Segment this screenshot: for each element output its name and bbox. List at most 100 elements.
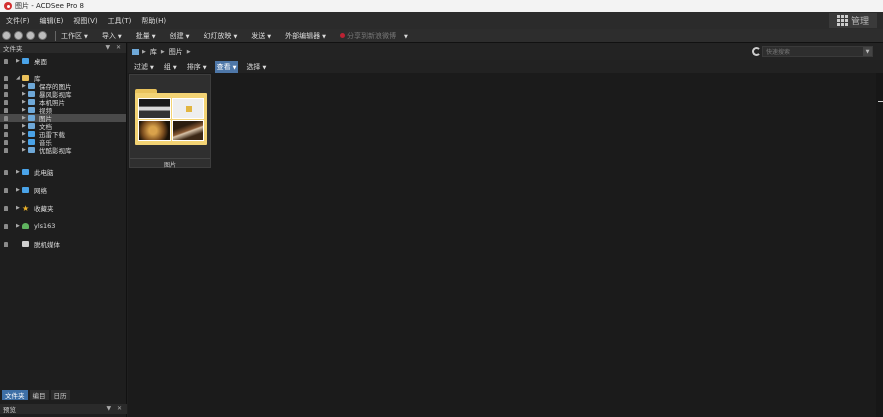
folder-icon <box>28 99 35 105</box>
video-icon <box>28 107 35 113</box>
expand-arrow-icon[interactable]: ▶ <box>16 223 20 229</box>
tree-item-offline-media[interactable]: 脱机媒体 <box>0 240 126 249</box>
import-menu[interactable]: 导入 ▼ <box>102 31 122 41</box>
tree-item-videos[interactable]: ▶ 视频 <box>0 106 126 115</box>
tab-catalog[interactable]: 编目 <box>29 390 49 400</box>
pin-icon <box>4 83 8 89</box>
pin-icon <box>4 75 8 81</box>
folder-icon <box>28 147 35 153</box>
network-icon <box>22 187 29 193</box>
collapse-arrow-icon[interactable]: ◢ <box>16 75 20 81</box>
menu-view[interactable]: 视图(V) <box>73 16 97 26</box>
tree-item-xunlei-downloads[interactable]: ▶ 迅雷下载 <box>0 130 126 139</box>
select-button[interactable]: 选择 ▼ <box>244 61 268 73</box>
batch-menu[interactable]: 批量 ▼ <box>136 31 156 41</box>
expand-arrow-icon[interactable]: ▶ <box>22 83 26 89</box>
back-icon[interactable] <box>2 31 11 40</box>
expand-arrow-icon[interactable]: ▶ <box>22 131 26 137</box>
breadcrumb-separator[interactable]: ▶ <box>142 49 146 55</box>
tree-item-favorites[interactable]: ▶ ★ 收藏夹 <box>0 203 126 213</box>
expand-arrow-icon[interactable]: ▶ <box>16 205 20 211</box>
search-dropdown-icon[interactable]: ▼ <box>863 47 872 56</box>
forward-icon[interactable] <box>14 31 23 40</box>
tab-calendar[interactable]: 日历 <box>50 390 70 400</box>
home-icon[interactable] <box>38 31 47 40</box>
refresh-icon[interactable] <box>752 47 761 56</box>
workspace-menu[interactable]: 工作区 ▼ <box>61 31 88 41</box>
pin-icon <box>4 241 8 247</box>
expand-arrow-icon[interactable]: ▶ <box>16 187 20 193</box>
breadcrumb-separator[interactable]: ▶ <box>161 49 165 55</box>
menu-help[interactable]: 帮助(H) <box>141 16 166 26</box>
view-button[interactable]: 查看 ▼ <box>214 60 239 73</box>
tree-item-desktop[interactable]: ▶ 桌面 <box>0 57 126 66</box>
thumbnail-caption: 图片 <box>163 162 176 169</box>
desktop-icon <box>22 58 29 64</box>
media-icon <box>22 241 29 247</box>
quick-search-input[interactable]: 快速搜索 <box>762 46 873 57</box>
pin-icon <box>4 99 8 105</box>
expand-arrow-icon[interactable]: ▶ <box>22 139 26 145</box>
expand-arrow-icon[interactable]: ▶ <box>22 107 26 113</box>
manage-mode-button[interactable]: 管理 <box>829 13 877 28</box>
splitter-handle[interactable] <box>878 101 883 102</box>
expand-arrow-icon[interactable]: ▶ <box>16 169 20 175</box>
right-panel-edge[interactable] <box>876 73 883 417</box>
pane-controls[interactable]: ▼ ✕ <box>106 405 124 412</box>
filter-button[interactable]: 过滤 ▼ <box>132 61 156 73</box>
address-bar: ▶ 库 ▶ 图片 ▶ 快速搜索 ▼ <box>128 43 883 60</box>
thumbnail-item[interactable]: 图片 <box>129 74 211 169</box>
sort-button[interactable]: 排序 ▼ <box>185 61 209 73</box>
breadcrumb-separator[interactable]: ▶ <box>187 49 191 55</box>
folders-pane-header: 文件夹 ▼ ✕ <box>0 43 126 53</box>
menu-bar: 文件(F) 编辑(E) 视图(V) 工具(T) 帮助(H) <box>0 12 883 29</box>
breadcrumb-pictures[interactable]: 图片 <box>169 47 183 57</box>
group-button[interactable]: 组 ▼ <box>162 61 179 73</box>
expand-arrow-icon[interactable]: ▶ <box>22 99 26 105</box>
document-icon <box>28 123 35 129</box>
send-menu[interactable]: 发送 ▼ <box>251 31 271 41</box>
expand-arrow-icon[interactable]: ▶ <box>22 147 26 153</box>
pin-icon <box>4 187 8 193</box>
tree-item-this-pc[interactable]: ▶ 此电脑 <box>0 168 126 177</box>
tree-item-pictures[interactable]: ▶ 图片 <box>0 114 126 123</box>
expand-arrow-icon[interactable]: ▶ <box>22 115 26 121</box>
filter-bar: 过滤 ▼ 组 ▼ 排序 ▼ 查看 ▼ 选择 ▼ <box>128 60 883 73</box>
tab-folders[interactable]: 文件夹 <box>2 390 28 400</box>
pin-icon <box>4 91 8 97</box>
star-icon: ★ <box>22 203 30 213</box>
expand-arrow-icon[interactable]: ▶ <box>22 91 26 97</box>
photo-preview <box>138 120 171 141</box>
expand-arrow-icon[interactable]: ▶ <box>16 58 20 64</box>
folders-pane: 文件夹 ▼ ✕ ▶ 桌面 ◢ 库 ▶ 保存的图片 ▶ 暴风影视库 ▶ 本机照片 … <box>0 43 127 417</box>
library-icon <box>22 75 29 81</box>
user-icon <box>22 223 29 229</box>
menu-file[interactable]: 文件(F) <box>6 16 30 26</box>
share-weibo-button[interactable]: 分享到新浪微博 <box>340 31 396 41</box>
menu-edit[interactable]: 编辑(E) <box>40 16 64 26</box>
create-menu[interactable]: 创建 ▼ <box>170 31 190 41</box>
tree-item-network[interactable]: ▶ 网络 <box>0 186 126 195</box>
tree-item-youku-library[interactable]: ▶ 优酷影视库 <box>0 146 126 155</box>
pin-icon <box>4 123 8 129</box>
breadcrumb-library[interactable]: 库 <box>150 47 157 57</box>
main-toolbar: 工作区 ▼ 导入 ▼ 批量 ▼ 创建 ▼ 幻灯放映 ▼ 发送 ▼ 外部编辑器 ▼ 分享到新浪微… <box>0 29 883 43</box>
slideshow-menu[interactable]: 幻灯放映 ▼ <box>203 31 237 41</box>
caption-divider <box>130 158 210 159</box>
photo-preview <box>172 120 204 141</box>
acdsee-logo-icon <box>4 2 12 10</box>
file-list: 图片 <box>128 73 876 417</box>
manage-mode-label: 管理 <box>850 17 869 27</box>
tree-item-local-photos[interactable]: ▶ 本机照片 <box>0 98 126 107</box>
external-editor-menu[interactable]: 外部编辑器 ▼ <box>285 31 326 41</box>
pictures-icon <box>28 115 35 121</box>
pin-icon <box>4 58 8 64</box>
pin-icon <box>4 107 8 113</box>
menu-tools[interactable]: 工具(T) <box>108 16 132 26</box>
up-icon[interactable] <box>26 31 35 40</box>
tree-item-user[interactable]: ▶ yls163 <box>0 222 126 230</box>
window-title: 图片 - ACDSee Pro 8 <box>15 2 84 10</box>
expand-arrow-icon[interactable]: ▶ <box>22 123 26 129</box>
pane-controls[interactable]: ▼ ✕ <box>105 44 123 51</box>
toolbar-overflow-button[interactable]: ▼ <box>402 32 408 40</box>
